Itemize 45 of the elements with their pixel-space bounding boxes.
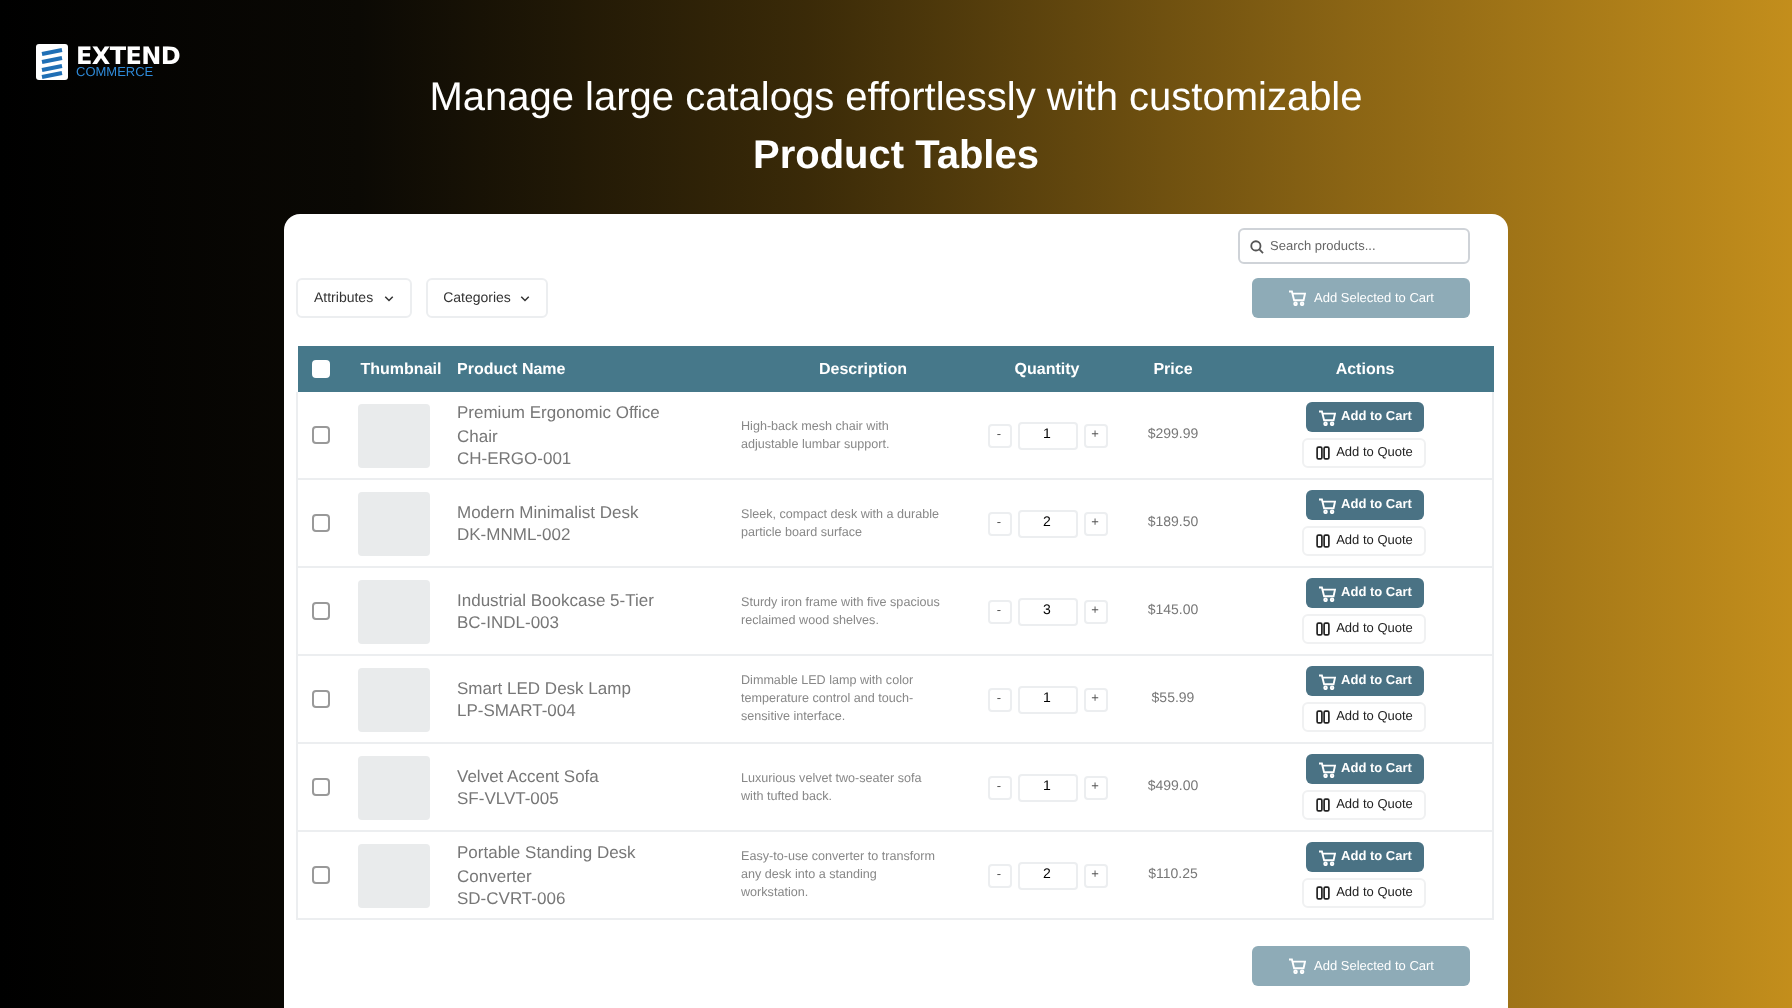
product-name: Smart LED Desk Lamp (457, 676, 633, 700)
checkbox[interactable] (312, 514, 331, 532)
cart-icon (1317, 761, 1336, 777)
product-sku: SF-VLVT-005 (457, 788, 561, 810)
checkbox[interactable] (312, 866, 331, 884)
quote-icon (1316, 446, 1331, 460)
quote-icon (1316, 534, 1331, 548)
checkbox[interactable] (312, 602, 331, 620)
quote-icon (1316, 798, 1331, 812)
product-sku: DK-MNML-002 (457, 524, 573, 546)
checkbox[interactable] (312, 690, 331, 708)
quote-icon (1316, 886, 1331, 900)
product-sku: LP-SMART-004 (457, 700, 578, 722)
logo-icon (36, 44, 68, 80)
cart-icon (1317, 673, 1336, 689)
product-sku: CH-ERGO-001 (457, 448, 574, 470)
quote-icon (1316, 622, 1331, 636)
column-header: Price (1153, 360, 1193, 378)
chevron-down-icon (520, 295, 531, 301)
product-name: Modern Minimalist Desk (457, 500, 641, 524)
cart-icon (1288, 290, 1306, 306)
product-name: Portable Standing Desk Converter (457, 840, 638, 888)
search-icon (1250, 239, 1264, 253)
chevron-down-icon (383, 295, 394, 301)
column-header: Quantity (1014, 360, 1080, 378)
cart-icon (1317, 585, 1336, 601)
column-header: Product Name (457, 360, 566, 378)
cart-icon (1317, 849, 1336, 865)
logo-text: EXTEND (76, 43, 181, 68)
column-header: Description (818, 360, 907, 378)
product-name: Premium Ergonomic Office Chair (457, 400, 662, 448)
cart-icon (1317, 497, 1336, 513)
product-sku: SD-CVRT-006 (457, 888, 568, 910)
cart-icon (1317, 409, 1336, 425)
column-header: Thumbnail (360, 360, 442, 378)
checkbox[interactable] (312, 426, 331, 444)
headline-emphasis: Product Tables (753, 134, 1039, 180)
product-name: Industrial Bookcase 5-Tier (457, 588, 656, 612)
cart-icon (1288, 958, 1306, 974)
column-header: Actions (1335, 360, 1395, 378)
product-sku: BC-INDL-003 (457, 612, 562, 634)
quote-icon (1316, 710, 1331, 724)
checkbox[interactable] (312, 778, 331, 796)
product-name: Velvet Accent Sofa (457, 764, 601, 788)
headline: Manage large catalogs effortlessly with customizable (429, 76, 1363, 122)
